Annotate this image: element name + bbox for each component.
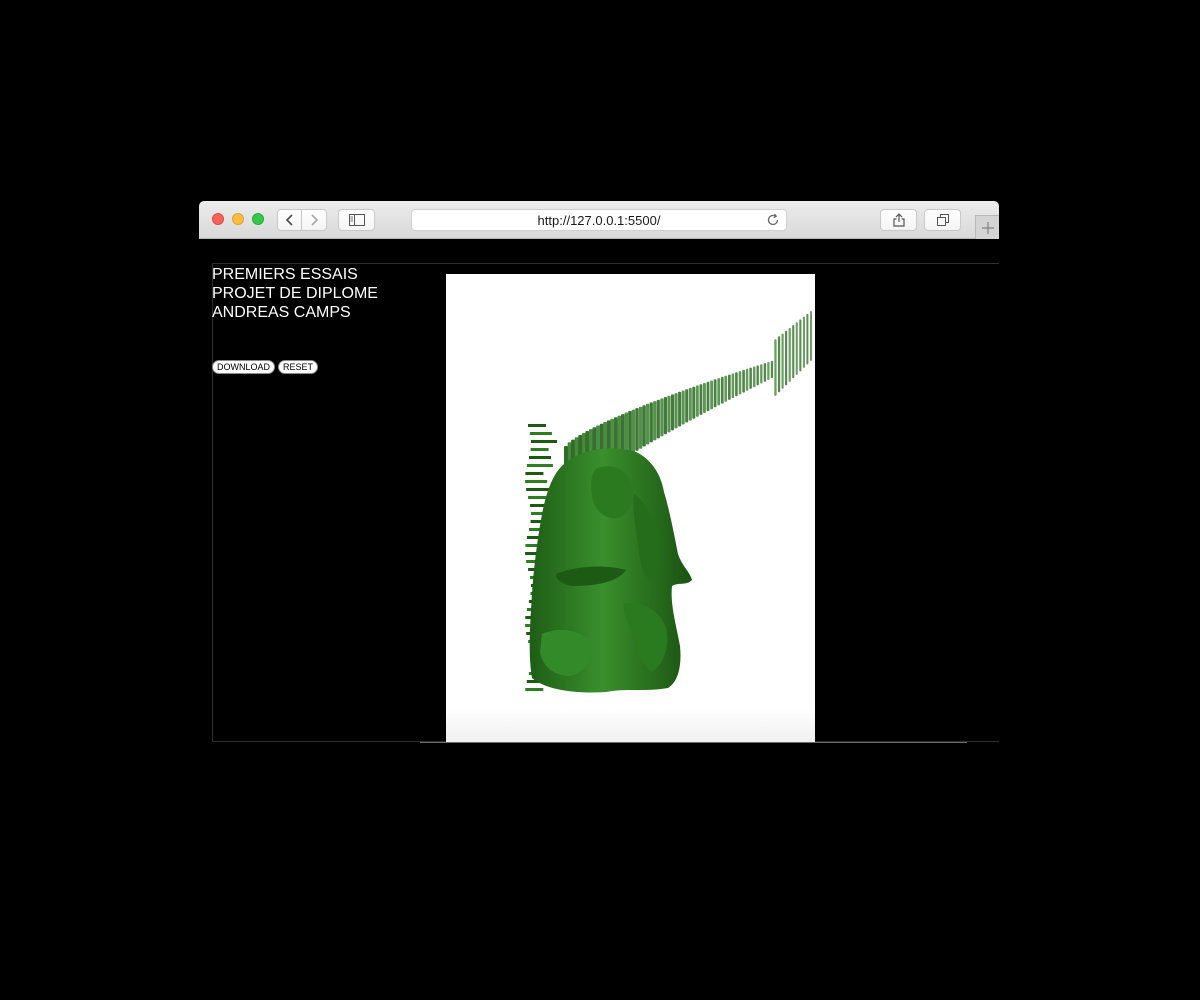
trail-slice: [688, 387, 692, 421]
trail-slice: [799, 319, 802, 372]
trail-slice: [631, 409, 636, 453]
trail-slice: [660, 398, 664, 437]
trail-slice: [781, 333, 784, 389]
browser-toolbar: http://127.0.0.1:5500/: [199, 201, 999, 239]
trail-slice: [703, 383, 706, 413]
body-striation: [530, 448, 549, 451]
share-icon: [892, 213, 905, 227]
minimize-window-button[interactable]: [232, 213, 244, 225]
trail-slice: [649, 402, 653, 443]
body-striation: [531, 440, 557, 443]
frame-border-top: [212, 263, 999, 264]
trail-slice: [656, 399, 660, 439]
trail-slice: [638, 406, 643, 449]
trail-slice: [749, 367, 752, 389]
chevron-right-icon: [311, 214, 319, 226]
trail-slice: [806, 313, 809, 365]
trail-slice: [753, 366, 756, 388]
trail-slice: [667, 395, 671, 433]
tab-overview-button[interactable]: [924, 209, 961, 231]
frame-border-left: [212, 263, 213, 742]
trail-slice: [663, 397, 667, 435]
trail-slice: [760, 364, 763, 384]
green-3d-figure: [525, 311, 812, 693]
url-text: http://127.0.0.1:5500/: [537, 213, 661, 228]
project-title: PREMIERS ESSAIS PROJET DE DIPLOME ANDREA…: [212, 265, 378, 322]
trail-slice: [785, 330, 788, 386]
title-line-projet-de-diplome: PROJET DE DIPLOME: [212, 285, 378, 302]
3d-canvas[interactable]: [446, 274, 815, 742]
browser-window: http://127.0.0.1:5500/ PREMIERS ESSAIS P…: [199, 201, 999, 743]
reload-icon[interactable]: [766, 213, 780, 227]
trail-slice: [720, 376, 724, 404]
trail-slice: [756, 365, 759, 386]
trail-slice: [685, 389, 689, 423]
trail-slice: [646, 403, 650, 445]
close-window-button[interactable]: [212, 213, 224, 225]
trail-slice: [763, 363, 767, 382]
trail-slice: [735, 372, 738, 397]
sidebar-toggle-button[interactable]: [338, 209, 375, 231]
trail-slice: [792, 325, 795, 379]
download-button[interactable]: DOWNLOAD: [212, 360, 276, 374]
trail-slice: [795, 322, 798, 375]
reset-button[interactable]: RESET: [278, 360, 319, 374]
body-striation: [525, 472, 544, 475]
trail-slice: [745, 368, 749, 391]
trail-slice: [706, 381, 710, 412]
trail-slice: [671, 394, 675, 431]
trail-slice: [774, 339, 777, 396]
trail-slice: [692, 386, 696, 419]
frame-border-bottom-highlight: [420, 742, 967, 743]
trail-slice: [710, 380, 713, 410]
trail-slice: [699, 384, 703, 415]
trail-slice: [777, 336, 781, 393]
trail-slice: [810, 311, 812, 361]
trail-slice: [713, 379, 717, 408]
chevron-left-icon: [285, 214, 293, 226]
trail-slice: [770, 360, 774, 379]
trail-slice: [742, 369, 745, 393]
trail-slice: [767, 362, 770, 380]
trail-slice: [678, 391, 682, 427]
trail-slice: [731, 373, 735, 399]
sidebar-icon: [348, 214, 365, 226]
trail-slice: [681, 390, 685, 425]
address-bar[interactable]: http://127.0.0.1:5500/: [411, 209, 787, 231]
maximize-window-button[interactable]: [252, 213, 264, 225]
plus-icon: [981, 221, 994, 234]
body-striation: [529, 432, 552, 435]
action-buttons: DOWNLOAD RESET: [212, 360, 319, 374]
page-content: PREMIERS ESSAIS PROJET DE DIPLOME ANDREA…: [199, 239, 999, 743]
trail-slice: [728, 374, 731, 400]
body-striation: [525, 480, 548, 483]
share-button[interactable]: [880, 209, 917, 231]
trail-slice: [653, 401, 657, 441]
trail-slice: [724, 375, 728, 402]
tabs-icon: [936, 214, 949, 226]
body-striation: [529, 456, 551, 459]
new-tab-button[interactable]: [975, 215, 999, 239]
trail-slice: [738, 371, 742, 395]
trail-slice: [635, 408, 639, 451]
figure-body: [529, 448, 692, 693]
body-striation: [525, 688, 544, 691]
body-striation: [526, 464, 553, 467]
trail-slice: [717, 378, 721, 406]
title-line-author: ANDREAS CAMPS: [212, 304, 351, 321]
back-button[interactable]: [277, 209, 302, 231]
trail-slice: [642, 405, 646, 447]
trail-slice: [674, 393, 678, 429]
title-line-premiers-essais: PREMIERS ESSAIS: [212, 266, 358, 283]
body-striation: [528, 496, 547, 499]
forward-button[interactable]: [302, 209, 327, 231]
trail-slice: [788, 327, 791, 382]
trail-slice: [802, 316, 805, 368]
trail-slice: [695, 385, 699, 417]
body-striation: [528, 424, 546, 427]
trail-slice: [628, 411, 632, 455]
